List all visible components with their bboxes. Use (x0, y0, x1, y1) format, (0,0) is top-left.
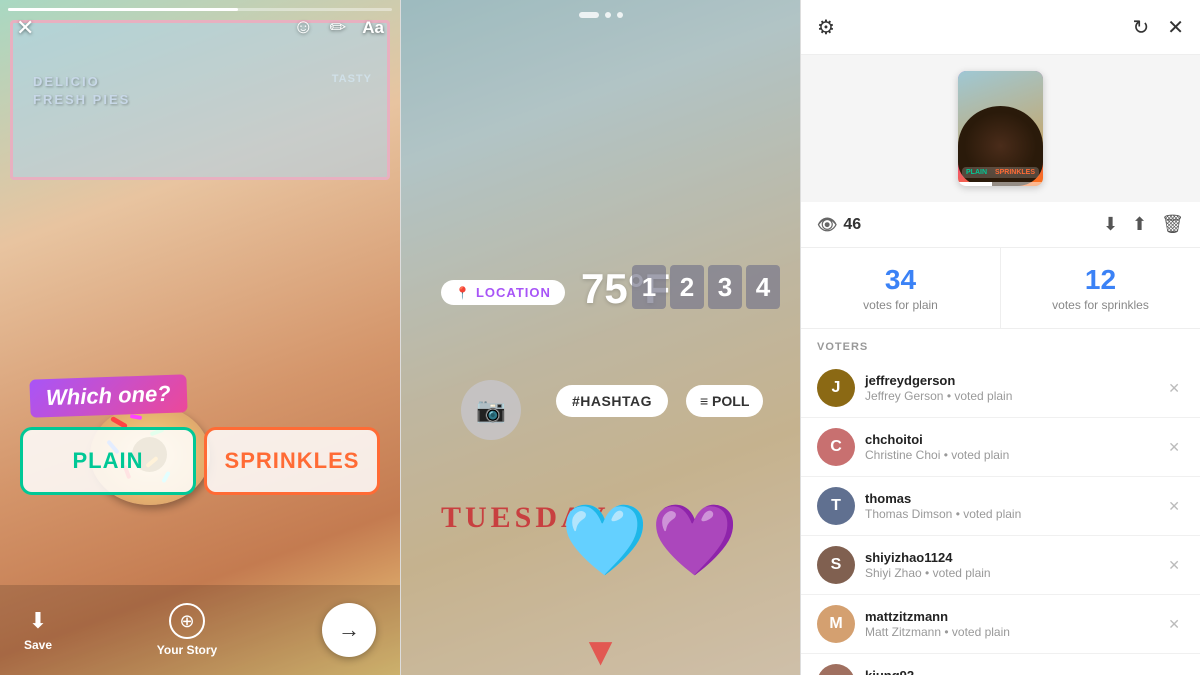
blue-heart-icon: 🩵 (561, 501, 648, 579)
voter-remove-button[interactable]: ✕ (1164, 435, 1184, 460)
bottom-arrow: ▼ (581, 630, 621, 675)
voter-avatar: C (817, 428, 855, 466)
voter-remove-button[interactable]: ✕ (1164, 494, 1184, 519)
voter-avatar: T (817, 487, 855, 525)
shop-text: DELICIOFRESH PIES (33, 73, 130, 109)
voter-remove-button[interactable]: ✕ (1164, 376, 1184, 401)
voter-row: CchchoitoiChristine Choi • voted plain✕ (801, 418, 1200, 477)
voter-details: Shiyi Zhao • voted plain (865, 566, 1164, 580)
heart-sticker-purple: 💜 (651, 505, 738, 575)
poll-sticker[interactable]: ≡ POLL (686, 385, 763, 417)
views-count: 👁 46 (817, 215, 861, 235)
save-action[interactable]: ⬇ Save (24, 608, 52, 652)
clock-digit-2: 2 (670, 265, 704, 309)
sticker-icon[interactable]: ☺ (293, 16, 313, 39)
eye-icon: 👁 (817, 215, 837, 235)
voter-details: Christine Choi • voted plain (865, 448, 1164, 462)
voter-details: Thomas Dimson • voted plain (865, 507, 1164, 521)
voters-list: JjeffreydgersonJeffrey Gerson • voted pl… (801, 359, 1200, 675)
stats-action-icons: ⬇ ⬆ 🗑 (1103, 214, 1184, 235)
voter-avatar: K (817, 664, 855, 675)
your-story-icon: ⊕ (179, 611, 194, 632)
voter-username: jeffreydgerson (865, 373, 1164, 388)
voter-row: Kkjung92Kevin Jung • voted plain✕ (801, 654, 1200, 675)
draw-icon[interactable]: ✏ (330, 15, 347, 40)
close-button[interactable]: ✕ (16, 15, 34, 41)
story-bottom-bar: ⬇ Save ⊕ Your Story → (0, 585, 400, 675)
voter-details: Matt Zitzmann • voted plain (865, 625, 1164, 639)
heart-sticker-blue: 🩵 (561, 505, 648, 575)
panel-sticker-tray: 📍 LOCATION 75°F 1 2 3 4 📷 #HASHTAG ≡ POL… (400, 0, 800, 675)
voter-avatar: S (817, 546, 855, 584)
voter-remove-button[interactable]: ✕ (1164, 671, 1184, 675)
voter-remove-button[interactable]: ✕ (1164, 553, 1184, 578)
poll-sprinkles-button[interactable]: SPRINKLES (204, 427, 380, 495)
tray-dots (579, 12, 623, 18)
panel-story-stats: ⚙ ↻ ✕ PLAIN SPRINKLES 👁 46 ⬇ ⬆ (800, 0, 1200, 675)
voter-details: Jeffrey Gerson • voted plain (865, 389, 1164, 403)
thumbnail-poll-overlay: PLAIN SPRINKLES (962, 167, 1039, 178)
story-thumbnail: PLAIN SPRINKLES (958, 71, 1043, 186)
tray-dot-2 (617, 12, 623, 18)
download-icon[interactable]: ↻ (1132, 15, 1149, 40)
plain-votes: 34 votes for plain (801, 248, 1001, 328)
next-button[interactable]: → (322, 603, 376, 657)
your-story-action[interactable]: ⊕ Your Story (157, 603, 217, 657)
story-thumbnail-area: PLAIN SPRINKLES (801, 55, 1200, 202)
next-arrow-icon: → (338, 617, 360, 643)
shop-text-right: TASTY (332, 73, 372, 85)
sprinkles-votes: 12 votes for sprinkles (1001, 248, 1200, 328)
top-icons-group: ☺ ✏ Aa (293, 15, 384, 40)
which-one-label: Which one? (29, 374, 187, 417)
clock-digit-1: 1 (632, 265, 666, 309)
stats-header: ⚙ ↻ ✕ (801, 0, 1200, 55)
voter-row: MmattzitzmannMatt Zitzmann • voted plain… (801, 595, 1200, 654)
voter-username: kjung92 (865, 668, 1164, 675)
settings-icon[interactable]: ⚙ (817, 15, 835, 40)
close-stats-icon[interactable]: ✕ (1167, 15, 1184, 40)
voter-avatar: J (817, 369, 855, 407)
text-icon[interactable]: Aa (362, 18, 384, 38)
voter-avatar: M (817, 605, 855, 643)
clock-display: 1 2 3 4 (632, 265, 780, 309)
thumb-sprinkles-label: SPRINKLES (995, 169, 1035, 176)
hashtag-sticker[interactable]: #HASHTAG (556, 385, 668, 417)
delete-story-icon[interactable]: 🗑 (1161, 214, 1184, 235)
voter-username: thomas (865, 491, 1164, 506)
panel-story-edit: DELICIOFRESH PIES TASTY ✕ ☺ ✏ Aa Whic (0, 0, 400, 675)
thumb-plain-label: PLAIN (966, 169, 987, 176)
voter-remove-button[interactable]: ✕ (1164, 612, 1184, 637)
header-actions: ↻ ✕ (1132, 15, 1184, 40)
poll-plain-button[interactable]: PLAIN (20, 427, 196, 495)
purple-heart-icon: 💜 (651, 501, 738, 579)
views-row: 👁 46 ⬇ ⬆ 🗑 (801, 202, 1200, 248)
tray-dot-active (579, 12, 599, 18)
location-sticker[interactable]: 📍 LOCATION (441, 280, 565, 305)
location-pin-icon: 📍 (455, 286, 471, 300)
voter-row: JjeffreydgersonJeffrey Gerson • voted pl… (801, 359, 1200, 418)
camera-icon: 📷 (476, 396, 506, 425)
voter-row: Sshiyizhao1124Shiyi Zhao • voted plain✕ (801, 536, 1200, 595)
save-icon: ⬇ (29, 608, 47, 634)
voter-row: TthomasThomas Dimson • voted plain✕ (801, 477, 1200, 536)
download-story-icon[interactable]: ⬇ (1103, 214, 1118, 235)
votes-section: 34 votes for plain 12 votes for sprinkle… (801, 248, 1200, 329)
voter-username: mattzitzmann (865, 609, 1164, 624)
tray-dot-1 (605, 12, 611, 18)
camera-sticker[interactable]: 📷 (461, 380, 521, 440)
voter-username: shiyizhao1124 (865, 550, 1164, 565)
voter-username: chchoitoi (865, 432, 1164, 447)
clock-digit-4: 4 (746, 265, 780, 309)
clock-digit-3: 3 (708, 265, 742, 309)
voters-header: VOTERS (801, 329, 1200, 359)
story-top-bar: ✕ ☺ ✏ Aa (0, 0, 400, 55)
poll-container: PLAIN SPRINKLES (20, 427, 380, 495)
share-story-icon[interactable]: ⬆ (1132, 214, 1147, 235)
